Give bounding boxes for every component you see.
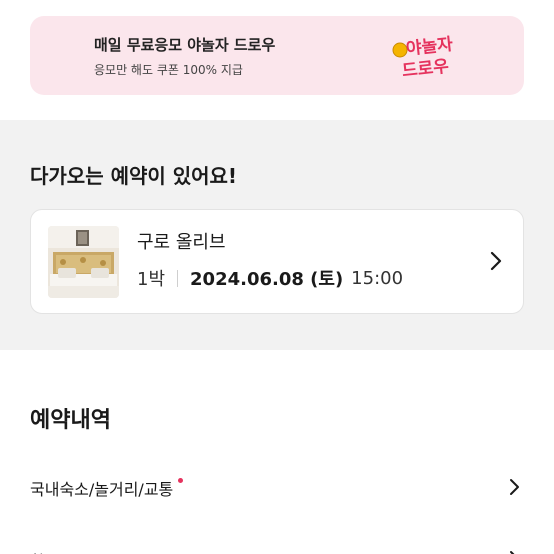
new-badge-dot — [178, 478, 184, 483]
stay-info: 1박 2024.06.08 (토) 15:00 — [137, 265, 403, 291]
reservation-history-section: 예약내역 국내숙소/놀거리/교통 항공 — [0, 350, 554, 554]
upcoming-title: 다가오는 예약이 있어요! — [30, 164, 238, 188]
chevron-right-icon[interactable] — [489, 250, 503, 272]
chevron-right-icon[interactable] — [509, 478, 520, 496]
history-item-flight[interactable]: 항공 — [30, 540, 524, 554]
history-title: 예약내역 — [30, 408, 111, 433]
checkin-time: 15:00 — [351, 267, 404, 289]
banner-title: 매일 무료응모 야놀자 드로우 — [94, 36, 276, 54]
reservation-card[interactable]: 구로 올리브 1박 2024.06.08 (토) 15:00 — [30, 209, 524, 314]
yanolja-draw-logo: 야놀자 드로우 — [392, 35, 454, 82]
history-item-domestic[interactable]: 국내숙소/놀거리/교통 — [30, 468, 524, 508]
history-item-label: 국내숙소/놀거리/교통 — [30, 480, 174, 499]
chevron-right-icon[interactable] — [509, 550, 520, 554]
divider — [177, 269, 179, 287]
checkin-date: 2024.06.08 (토) — [190, 269, 344, 290]
nights: 1박 — [137, 269, 166, 290]
hotel-name: 구로 올리브 — [137, 232, 226, 253]
top-section: 매일 무료응모 야놀자 드로우 응모만 해도 쿠폰 100% 지급 야놀자 드로… — [0, 0, 554, 120]
banner-subtitle: 응모만 해도 쿠폰 100% 지급 — [94, 63, 243, 77]
draw-promo-banner[interactable]: 매일 무료응모 야놀자 드로우 응모만 해도 쿠폰 100% 지급 야놀자 드로… — [30, 16, 524, 95]
hotel-thumbnail — [48, 226, 119, 298]
history-item-label: 항공 — [30, 548, 59, 554]
upcoming-reservation-section: 다가오는 예약이 있어요! 구로 올리브 1박 2024.06.08 (토) 1… — [0, 120, 554, 350]
svg-text:야놀자: 야놀자 — [405, 35, 454, 60]
svg-text:드로우: 드로우 — [401, 57, 450, 82]
